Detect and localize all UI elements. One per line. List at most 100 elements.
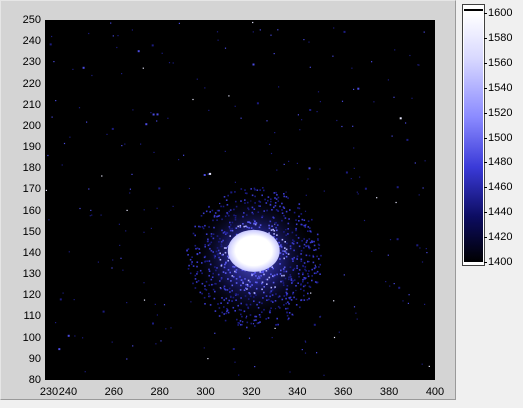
halo-pixel — [213, 226, 215, 229]
y-tick-label: 240 — [22, 35, 41, 48]
noise-pixel — [285, 191, 287, 193]
halo-pixel — [259, 316, 262, 318]
noise-pixel — [309, 66, 311, 68]
halo-pixel — [223, 313, 225, 315]
halo-pixel — [285, 270, 288, 273]
halo-pixel — [261, 288, 263, 291]
plot-area[interactable] — [45, 20, 435, 380]
noise-pixel — [396, 186, 399, 189]
halo-pixel — [297, 272, 300, 275]
x-tick-label: 400 — [425, 386, 445, 398]
noise-pixel — [416, 244, 419, 247]
halo-pixel — [235, 299, 237, 301]
noise-pixel — [150, 112, 152, 114]
halo-pixel — [216, 209, 219, 212]
halo-pixel — [237, 324, 239, 326]
halo-pixel — [231, 229, 234, 232]
halo-pixel — [239, 320, 242, 322]
halo-pixel — [228, 287, 231, 290]
noise-pixel — [252, 323, 255, 325]
halo-pixel — [253, 296, 255, 298]
noise-pixel — [303, 39, 305, 41]
halo-pixel — [286, 285, 289, 287]
halo-pixel — [255, 222, 258, 224]
halo-pixel — [276, 234, 278, 236]
y-tick-label: 210 — [22, 98, 41, 111]
spot-core — [227, 229, 280, 272]
halo-pixel — [220, 265, 223, 267]
halo-pixel — [296, 267, 298, 269]
halo-pixel — [272, 228, 274, 231]
halo-pixel — [212, 237, 215, 240]
halo-pixel — [265, 270, 268, 272]
halo-pixel — [240, 302, 242, 305]
halo-pixel — [309, 227, 311, 229]
halo-pixel — [219, 258, 222, 261]
noise-pixel — [132, 345, 134, 347]
halo-pixel — [298, 215, 300, 218]
halo-pixel — [207, 240, 209, 242]
y-tick-label: 150 — [22, 225, 41, 238]
halo-pixel — [311, 240, 313, 242]
noise-pixel — [414, 162, 416, 164]
halo-pixel — [226, 289, 229, 291]
noise-pixel — [308, 41, 310, 43]
halo-pixel — [259, 189, 261, 191]
color-ramp-marker[interactable] — [464, 6, 483, 11]
halo-pixel — [240, 284, 242, 287]
halo-pixel — [276, 209, 279, 212]
halo-pixel — [289, 276, 292, 278]
halo-pixel — [222, 271, 225, 273]
noise-pixel — [274, 132, 276, 134]
noise-pixel — [424, 160, 426, 162]
halo-pixel — [215, 269, 217, 272]
noise-pixel — [423, 31, 425, 33]
halo-pixel — [215, 250, 218, 253]
halo-pixel — [228, 214, 230, 217]
halo-pixel — [300, 260, 303, 262]
halo-pixel — [259, 224, 262, 226]
noise-pixel — [209, 172, 212, 175]
halo-pixel — [239, 324, 242, 326]
halo-pixel — [293, 256, 295, 259]
halo-pixel — [251, 194, 254, 197]
halo-pixel — [281, 298, 284, 301]
halo-pixel — [308, 246, 310, 248]
noise-pixel — [145, 123, 148, 126]
halo-pixel — [302, 285, 305, 288]
noise-pixel — [143, 209, 145, 211]
halo-pixel — [225, 297, 228, 300]
halo-pixel — [212, 272, 214, 275]
halo-pixel — [282, 253, 285, 255]
halo-pixel — [258, 277, 261, 279]
noise-pixel — [307, 178, 309, 180]
halo-pixel — [235, 271, 237, 274]
noise-pixel — [333, 27, 335, 29]
halo-pixel — [296, 258, 298, 260]
noise-pixel — [359, 176, 361, 178]
halo-pixel — [318, 258, 320, 260]
noise-pixel — [371, 61, 373, 63]
halo-pixel — [224, 233, 227, 235]
halo-pixel — [231, 300, 233, 302]
halo-pixel — [281, 202, 283, 205]
halo-pixel — [256, 322, 259, 325]
noise-pixel — [51, 35, 53, 38]
halo-pixel — [222, 232, 225, 234]
noise-pixel — [363, 219, 366, 222]
halo-pixel — [214, 290, 216, 293]
noise-pixel — [345, 171, 348, 174]
halo-pixel — [258, 226, 261, 229]
noise-pixel — [49, 43, 52, 46]
halo-pixel — [253, 300, 255, 302]
noise-pixel — [252, 21, 254, 24]
halo-pixel — [187, 268, 190, 270]
halo-pixel — [304, 284, 307, 287]
halo-pixel — [289, 274, 292, 276]
halo-pixel — [307, 292, 309, 295]
halo-pixel — [288, 317, 290, 320]
halo-pixel — [308, 297, 310, 300]
noise-pixel — [419, 247, 421, 249]
halo-pixel — [203, 256, 206, 259]
noise-pixel — [208, 109, 210, 111]
